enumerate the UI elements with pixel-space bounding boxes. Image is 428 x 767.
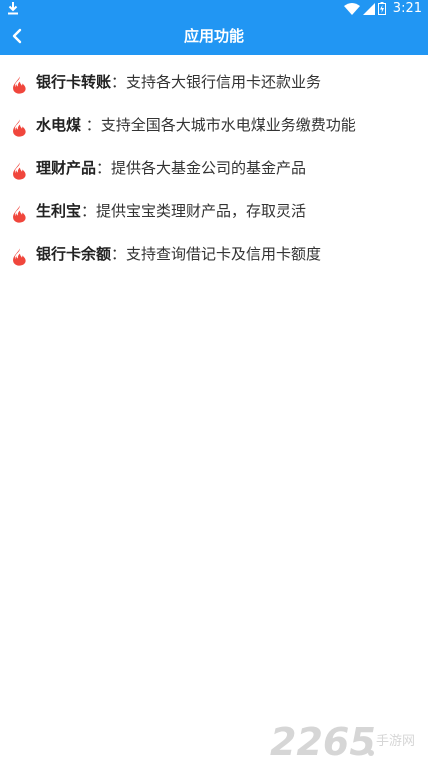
flame-icon <box>13 248 26 266</box>
watermark-logo: 2265 手游网 <box>270 720 415 761</box>
feature-name: 水电煤 <box>36 116 82 134</box>
feature-text: 水电煤 ：支持全国各大城市水电煤业务缴费功能 <box>36 114 356 135</box>
feature-text: 银行卡转账：支持各大银行信用卡还款业务 <box>36 71 321 92</box>
app-screen: 3:21 应用功能 银行卡转账：支持各大银行信用卡还款业务 水电煤 ：支持全国各… <box>0 0 428 767</box>
flame-icon <box>13 205 26 223</box>
watermark-number: 2265 <box>270 720 376 761</box>
feature-desc: ：提供各大基金公司的基金产品 <box>96 159 307 177</box>
feature-name: 银行卡转账 <box>36 73 112 91</box>
flame-icon <box>13 76 26 94</box>
feature-desc: ：支持查询借记卡及信用卡额度 <box>111 245 322 263</box>
feature-text: 理财产品：提供各大基金公司的基金产品 <box>36 157 306 178</box>
feature-text: 银行卡余额：支持查询借记卡及信用卡额度 <box>36 243 321 264</box>
page-title: 应用功能 <box>183 27 244 45</box>
system-icons: 3:21 <box>343 0 422 17</box>
status-time: 3:21 <box>392 1 422 16</box>
feature-item-utilities: 水电煤 ：支持全国各大城市水电煤业务缴费功能 <box>0 103 428 146</box>
watermark-dot <box>368 750 374 756</box>
feature-item-shenglibao: 生利宝：提供宝宝类理财产品，存取灵活 <box>0 189 428 232</box>
app-bar: 应用功能 <box>0 17 428 55</box>
battery-icon <box>377 2 386 15</box>
feature-name: 生利宝 <box>36 202 82 220</box>
feature-name: 银行卡余额 <box>36 245 112 263</box>
feature-text: 生利宝：提供宝宝类理财产品，存取灵活 <box>36 200 306 221</box>
status-bar: 3:21 <box>0 0 428 17</box>
flame-icon <box>13 119 26 137</box>
feature-item-bank-transfer: 银行卡转账：支持各大银行信用卡还款业务 <box>0 60 428 103</box>
feature-item-wealth-products: 理财产品：提供各大基金公司的基金产品 <box>0 146 428 189</box>
wifi-icon <box>343 2 360 15</box>
feature-item-card-balance: 银行卡余额：支持查询借记卡及信用卡额度 <box>0 232 428 275</box>
feature-desc: ：支持全国各大城市水电煤业务缴费功能 <box>81 116 356 134</box>
watermark-sub: 手游网 <box>376 734 415 749</box>
signal-icon <box>362 2 375 15</box>
download-icon <box>8 2 18 15</box>
flame-icon <box>13 162 26 180</box>
feature-name: 理财产品 <box>36 159 97 177</box>
feature-list: 银行卡转账：支持各大银行信用卡还款业务 水电煤 ：支持全国各大城市水电煤业务缴费… <box>0 60 428 275</box>
feature-desc: ：提供宝宝类理财产品，存取灵活 <box>81 202 307 220</box>
feature-desc: ：支持各大银行信用卡还款业务 <box>111 73 322 91</box>
